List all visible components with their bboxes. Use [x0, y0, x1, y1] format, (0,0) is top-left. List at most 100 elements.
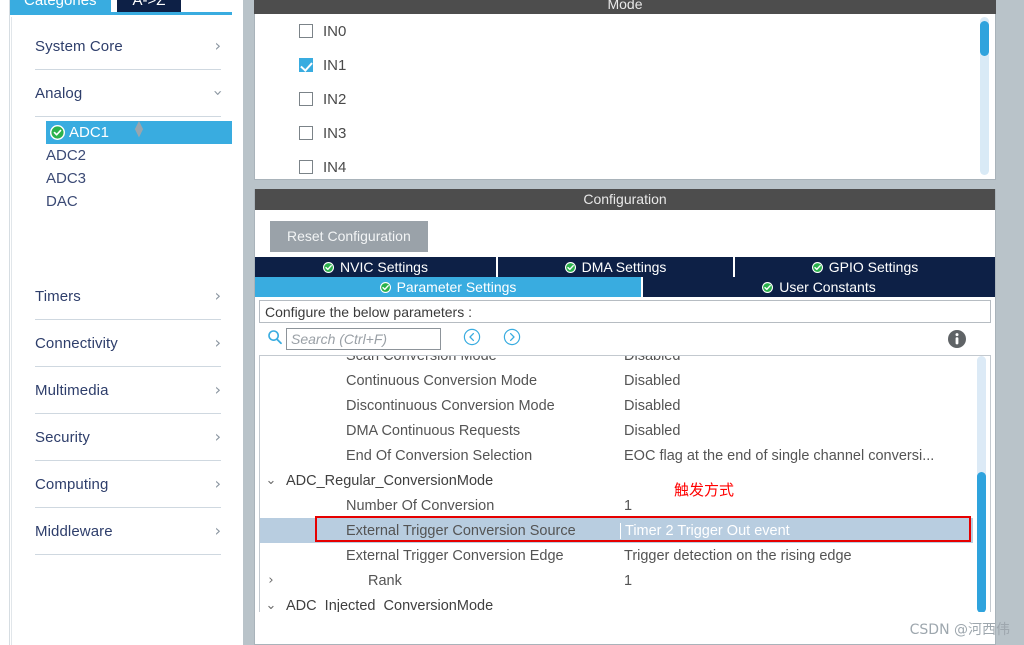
- mode-panel-body: IN0 IN1 IN2 IN3 IN4: [254, 14, 996, 180]
- tab-user-constants[interactable]: User Constants: [643, 277, 995, 297]
- param-row-scan-conversion-mode[interactable]: Scan Conversion Mode Disabled: [260, 355, 973, 368]
- checkbox-in3[interactable]: [299, 126, 313, 140]
- channel-row-in2[interactable]: IN2: [255, 82, 995, 116]
- sidebar-item-middleware[interactable]: Middleware ›: [35, 508, 221, 555]
- sidebar-item-label: ADC2: [46, 147, 87, 164]
- param-row-continuous-conversion-mode[interactable]: Continuous Conversion Mode Disabled: [260, 368, 973, 393]
- sidebar-item-label: Security: [35, 428, 90, 446]
- mode-scrollbar[interactable]: [980, 17, 989, 175]
- channel-row-in1[interactable]: IN1: [255, 48, 995, 82]
- cubemx-window: Categories A->Z System Core › Analog › ▲…: [0, 0, 1024, 645]
- channel-row-in3[interactable]: IN3: [255, 116, 995, 150]
- chevron-down-icon[interactable]: ⌄: [260, 473, 282, 488]
- param-name: External Trigger Conversion Edge: [346, 547, 564, 564]
- analog-peripheral-list: ▲ ▼ ADC1 ADC2 ADC3 DAC: [12, 117, 232, 273]
- sidebar-item-analog[interactable]: Analog ›: [35, 70, 228, 117]
- sidebar-item-adc2[interactable]: ADC2: [12, 144, 232, 167]
- param-name: ADC_Regular_ConversionMode: [286, 472, 494, 489]
- next-match-icon[interactable]: [503, 328, 521, 351]
- param-value: Trigger detection on the rising edge: [624, 547, 852, 564]
- configure-parameters-note: Configure the below parameters :: [259, 300, 991, 323]
- channel-row-in4[interactable]: IN4: [255, 150, 995, 179]
- parameter-rows: Scan Conversion Mode Disabled Continuous…: [260, 355, 973, 613]
- chevron-down-icon[interactable]: ⌄: [260, 598, 282, 612]
- tab-nvic-settings[interactable]: NVIC Settings: [255, 257, 498, 277]
- param-name: External Trigger Conversion Source: [346, 522, 576, 539]
- sidebar-item-system-core[interactable]: System Core ›: [35, 23, 221, 70]
- param-name: Rank: [368, 572, 402, 589]
- tab-dma-settings[interactable]: DMA Settings: [498, 257, 735, 277]
- reset-configuration-button[interactable]: Reset Configuration: [270, 221, 428, 252]
- sidebar-item-computing[interactable]: Computing ›: [35, 461, 221, 508]
- mode-panel-title: Mode: [254, 0, 996, 14]
- search-input[interactable]: [286, 328, 441, 350]
- tab-label: NVIC Settings: [340, 259, 428, 275]
- info-icon[interactable]: [947, 329, 967, 354]
- sidebar-item-timers[interactable]: Timers ›: [35, 273, 221, 320]
- chevron-right-icon[interactable]: ›: [260, 573, 282, 588]
- param-row-discontinuous-conversion-mode[interactable]: Discontinuous Conversion Mode Disabled: [260, 393, 973, 418]
- checkbox-in0[interactable]: [299, 24, 313, 38]
- param-value: Disabled: [624, 372, 681, 389]
- chevron-down-icon: ›: [208, 89, 228, 97]
- tab-parameter-settings[interactable]: Parameter Settings: [255, 277, 643, 297]
- tab-gpio-settings[interactable]: GPIO Settings: [735, 257, 995, 277]
- channel-label: IN2: [323, 90, 347, 108]
- main-panel: Mode IN0 IN1 IN2 IN3 IN4 Configuration R…: [252, 0, 1024, 645]
- prev-match-icon[interactable]: [463, 328, 481, 351]
- sidebar-tab-underline: [10, 12, 232, 15]
- sidebar-item-label: ADC3: [46, 170, 87, 187]
- sort-toggle-icon[interactable]: ▲ ▼: [132, 119, 146, 138]
- check-ok-icon: [564, 261, 576, 273]
- check-ok-icon: [811, 261, 823, 273]
- sidebar: Categories A->Z System Core › Analog › ▲…: [0, 0, 232, 645]
- channel-label: IN3: [323, 124, 347, 142]
- channel-label: IN4: [323, 158, 347, 176]
- configuration-tabs-row-2: Parameter Settings User Constants: [255, 277, 995, 297]
- chevron-right-icon: ›: [214, 36, 221, 55]
- param-name: Discontinuous Conversion Mode: [346, 397, 555, 414]
- tab-label: GPIO Settings: [828, 259, 919, 275]
- sidebar-item-security[interactable]: Security ›: [35, 414, 221, 461]
- param-value: Disabled: [624, 422, 681, 439]
- param-row-dma-continuous-requests[interactable]: DMA Continuous Requests Disabled: [260, 418, 973, 443]
- sidebar-item-dac[interactable]: DAC: [12, 190, 232, 213]
- chevron-right-icon: ›: [214, 474, 221, 493]
- param-row-end-of-conversion-selection[interactable]: End Of Conversion Selection EOC flag at …: [260, 443, 973, 468]
- sidebar-item-multimedia[interactable]: Multimedia ›: [35, 367, 221, 414]
- param-group-adc-regular-conversionmode[interactable]: ⌄ ADC_Regular_ConversionMode: [260, 468, 973, 493]
- param-name: Scan Conversion Mode: [346, 355, 497, 364]
- tab-label: Parameter Settings: [396, 279, 517, 295]
- param-name: ADC_Injected_ConversionMode: [286, 597, 494, 613]
- channel-label: IN0: [323, 22, 347, 40]
- sidebar-item-connectivity[interactable]: Connectivity ›: [35, 320, 221, 367]
- sidebar-item-adc3[interactable]: ADC3: [12, 167, 232, 190]
- param-row-rank[interactable]: › Rank 1: [260, 568, 973, 593]
- chevron-right-icon: ›: [214, 521, 221, 540]
- tab-label: User Constants: [779, 279, 876, 295]
- mode-scrollbar-thumb[interactable]: [980, 21, 989, 56]
- reset-configuration-area: Reset Configuration: [255, 210, 995, 257]
- parameter-tree[interactable]: Scan Conversion Mode Disabled Continuous…: [259, 355, 991, 612]
- param-name: Number Of Conversion: [346, 497, 495, 514]
- sidebar-item-label: DAC: [46, 193, 78, 210]
- param-row-number-of-conversion[interactable]: Number Of Conversion 1: [260, 493, 973, 518]
- sidebar-item-label: Analog: [35, 84, 83, 102]
- search-icon[interactable]: [267, 329, 283, 350]
- param-row-external-trigger-conversion-edge[interactable]: External Trigger Conversion Edge Trigger…: [260, 543, 973, 568]
- configuration-tabs-row-1: NVIC Settings DMA Settings GPIO Settings: [255, 257, 995, 277]
- parameter-scrollbar[interactable]: [977, 356, 986, 612]
- parameter-scrollbar-thumb[interactable]: [977, 472, 986, 612]
- param-group-adc-injected-conversionmode[interactable]: ⌄ ADC_Injected_ConversionMode: [260, 593, 973, 613]
- param-value[interactable]: Timer 2 Trigger Out event: [620, 522, 790, 539]
- param-row-external-trigger-conversion-source[interactable]: External Trigger Conversion Source Timer…: [260, 518, 973, 543]
- category-list: System Core › Analog › ▲ ▼ ADC1 ADC2 ADC…: [11, 17, 232, 645]
- sidebar-item-label: Computing: [35, 475, 109, 493]
- sidebar-item-label: ADC1: [69, 124, 110, 141]
- channel-row-in0[interactable]: IN0: [255, 14, 995, 48]
- checkbox-in4[interactable]: [299, 160, 313, 174]
- checkbox-in1[interactable]: [299, 58, 313, 72]
- watermark: CSDN @河西伟: [909, 622, 1010, 638]
- mode-panel: Mode IN0 IN1 IN2 IN3 IN4: [254, 0, 996, 180]
- checkbox-in2[interactable]: [299, 92, 313, 106]
